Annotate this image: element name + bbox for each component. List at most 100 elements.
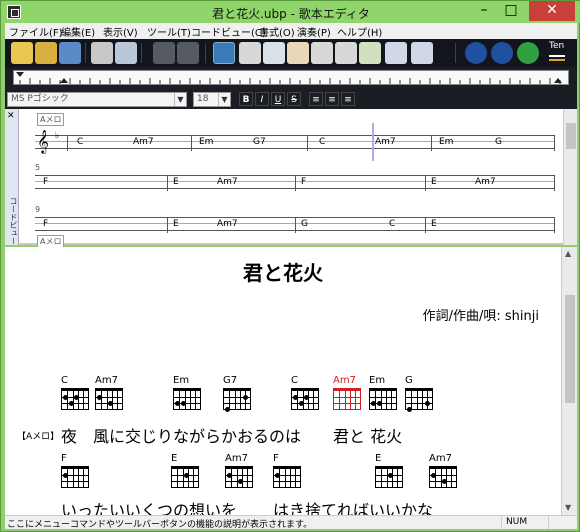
time-signature: ♭	[55, 131, 60, 141]
chord-label[interactable]: Am7	[133, 137, 154, 147]
menu-chordview[interactable]: コードビュー(C)	[191, 24, 266, 39]
chord-view-scrollbar[interactable]	[563, 109, 577, 245]
ruler-scale[interactable]	[13, 70, 569, 85]
treble-clef-icon: 𝄞	[37, 129, 49, 153]
toolbar: Ten	[5, 39, 577, 67]
chord-label[interactable]: Em	[439, 137, 453, 147]
section-tag: Aメロ	[37, 113, 65, 126]
format-bar: MS Pゴシック ▼ 18 ▼ B I U S ≡ ≡ ≡	[5, 89, 577, 109]
font-select[interactable]: MS Pゴシック ▼	[7, 92, 187, 107]
menu-edit[interactable]: 編集(E)	[61, 24, 95, 39]
print-preview-icon[interactable]	[115, 42, 137, 64]
chord-view-label: コードビュー	[9, 197, 18, 245]
num-lock-indicator: NUM	[501, 516, 549, 529]
chord-label[interactable]: Am7	[375, 137, 396, 147]
tempo-icon[interactable]	[549, 55, 565, 57]
measure-number: 9	[35, 205, 41, 214]
app-window: 君と花火.ubp - 歌本エディタ – □ ✕ ファイル(F) 編集(E) 表示…	[0, 0, 580, 532]
chevron-down-icon: ▼	[174, 93, 186, 106]
song-credit[interactable]: 作詞/作曲/唄: shinji	[423, 305, 539, 324]
scroll-down-icon[interactable]: ▼	[565, 503, 571, 512]
chord-label[interactable]: Am7	[217, 219, 238, 229]
playback-cursor	[372, 123, 374, 161]
chord-add-icon[interactable]	[359, 42, 381, 64]
chord-tool-icon[interactable]	[213, 42, 235, 64]
chord-label[interactable]: F	[43, 177, 48, 187]
tempo-indicator	[549, 59, 565, 61]
scroll-up-icon[interactable]: ▲	[565, 249, 571, 258]
maximize-button[interactable]: □	[498, 1, 524, 21]
chord-tool-2-icon[interactable]	[385, 42, 407, 64]
menu-tools[interactable]: ツール(T)	[147, 24, 191, 39]
status-text: ここにメニューコマンドやツールバーボタンの機能の説明が表示されます。	[7, 520, 313, 530]
lyric-line[interactable]: 君と 花火	[333, 423, 402, 447]
chord-label[interactable]: F	[301, 177, 306, 187]
scrollbar-thumb[interactable]	[565, 295, 575, 403]
staff-row[interactable]	[35, 135, 555, 149]
chevron-down-icon: ▼	[218, 93, 230, 106]
play-icon[interactable]	[517, 42, 539, 64]
size-select[interactable]: 18 ▼	[193, 92, 231, 107]
chord-label[interactable]: Am7	[217, 177, 238, 187]
lyric-line[interactable]: 夜 風に交じりながらかおるのは	[61, 423, 301, 447]
status-bar: ここにメニューコマンドやツールバーボタンの機能の説明が表示されます。 NUM	[5, 515, 577, 530]
size-select-value: 18	[197, 94, 209, 104]
open-file-icon[interactable]	[35, 42, 57, 64]
menu-play[interactable]: 演奏(P)	[297, 24, 331, 39]
italic-button[interactable]: I	[255, 92, 269, 106]
chord-label[interactable]: E	[173, 219, 179, 229]
rewind-icon[interactable]	[465, 42, 487, 64]
measure-number: 5	[35, 163, 41, 172]
menu-help[interactable]: ヘルプ(H)	[337, 24, 382, 39]
menu-view[interactable]: 表示(V)	[103, 24, 138, 39]
undo-icon[interactable]	[153, 42, 175, 64]
select-tool-icon[interactable]	[239, 42, 261, 64]
document-scrollbar[interactable]: ▲ ▼	[561, 247, 577, 515]
chord-label[interactable]: E	[431, 177, 437, 187]
align-center-button[interactable]: ≡	[325, 92, 339, 106]
document-pane[interactable]: 君と花火 作詞/作曲/唄: shinji C Am7 Em G7 C Am7 E…	[5, 247, 577, 520]
minimize-button[interactable]: –	[471, 1, 497, 21]
chord-label[interactable]: Em	[199, 137, 213, 147]
stop-icon[interactable]	[491, 42, 513, 64]
font-select-value: MS Pゴシック	[11, 94, 69, 104]
chord-label[interactable]: G7	[253, 137, 266, 147]
chord-view-sidebar: ✕ コードビュー	[5, 109, 19, 245]
zoom-chord-icon[interactable]	[311, 42, 333, 64]
zoom-icon[interactable]	[287, 42, 309, 64]
chord-label[interactable]: C	[389, 219, 395, 229]
chord-view-pane: ✕ コードビュー Aメロ 𝄞 ♭ C Am7 Em G7 C Am7 Em G …	[5, 109, 577, 248]
bold-button[interactable]: B	[239, 92, 253, 106]
chord-select-icon[interactable]	[263, 42, 285, 64]
close-button[interactable]: ✕	[529, 1, 575, 21]
ruler	[5, 67, 577, 89]
chord-label[interactable]: C	[77, 137, 83, 147]
tempo-label: Ten	[549, 41, 565, 51]
chord-label[interactable]: Am7	[475, 177, 496, 187]
chord-tool-3-icon[interactable]	[411, 42, 433, 64]
align-left-button[interactable]: ≡	[309, 92, 323, 106]
close-icon[interactable]: ✕	[7, 111, 15, 121]
menu-format[interactable]: 書式(O)	[259, 24, 295, 39]
print-icon[interactable]	[91, 42, 113, 64]
save-icon[interactable]	[59, 42, 81, 64]
menu-bar: ファイル(F) 編集(E) 表示(V) ツール(T) コードビュー(C) 書式(…	[5, 23, 577, 39]
chord-label[interactable]: C	[319, 137, 325, 147]
menu-file[interactable]: ファイル(F)	[9, 24, 63, 39]
chord-zoom-icon[interactable]	[335, 42, 357, 64]
toolbar-separator	[205, 43, 206, 63]
song-title[interactable]: 君と花火	[5, 257, 561, 286]
toolbar-separator	[85, 43, 86, 63]
scrollbar-thumb[interactable]	[566, 123, 576, 149]
chord-label[interactable]: F	[43, 219, 48, 229]
section-label[interactable]: 【Aメロ】	[17, 429, 59, 442]
chord-label[interactable]: G	[301, 219, 308, 229]
new-file-icon[interactable]	[11, 42, 33, 64]
underline-button[interactable]: U	[271, 92, 285, 106]
chord-label[interactable]: E	[173, 177, 179, 187]
chord-label[interactable]: E	[431, 219, 437, 229]
strikethrough-button[interactable]: S	[287, 92, 301, 106]
chord-label[interactable]: G	[495, 137, 502, 147]
redo-icon[interactable]	[177, 42, 199, 64]
align-right-button[interactable]: ≡	[341, 92, 355, 106]
